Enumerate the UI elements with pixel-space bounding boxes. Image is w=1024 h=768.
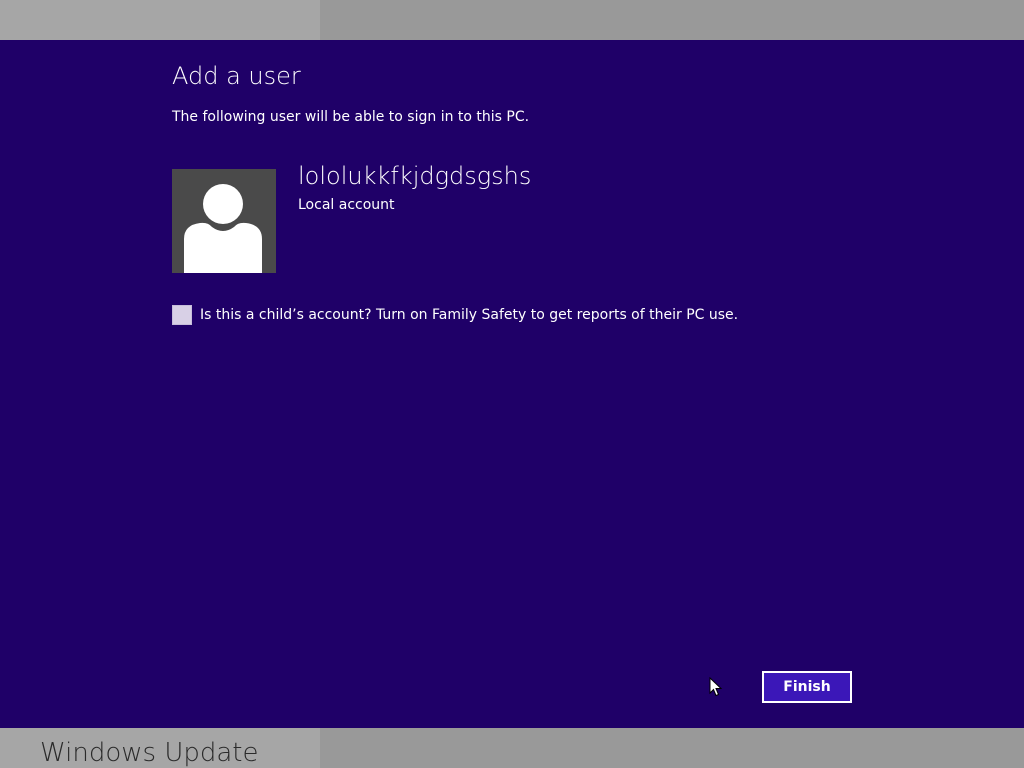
screen: Windows Update Add a user The following … [0,0,1024,768]
finish-button[interactable]: Finish [762,671,852,703]
child-account-option[interactable]: Is this a child’s account? Turn on Famil… [172,305,738,325]
user-avatar [172,169,276,273]
background-page-title: Windows Update [40,738,259,768]
mouse-pointer-icon [709,677,723,697]
user-silhouette-icon [184,184,262,273]
child-account-checkbox[interactable] [172,305,192,325]
dialog-title: Add a user [172,62,301,90]
dialog-subtitle: The following user will be able to sign … [172,109,530,125]
user-name: lololukkfkjdgdsgshs [298,162,532,190]
account-type: Local account [298,197,395,213]
child-account-label: Is this a child’s account? Turn on Famil… [200,307,739,323]
add-user-dialog: Add a user The following user will be ab… [0,40,1024,728]
